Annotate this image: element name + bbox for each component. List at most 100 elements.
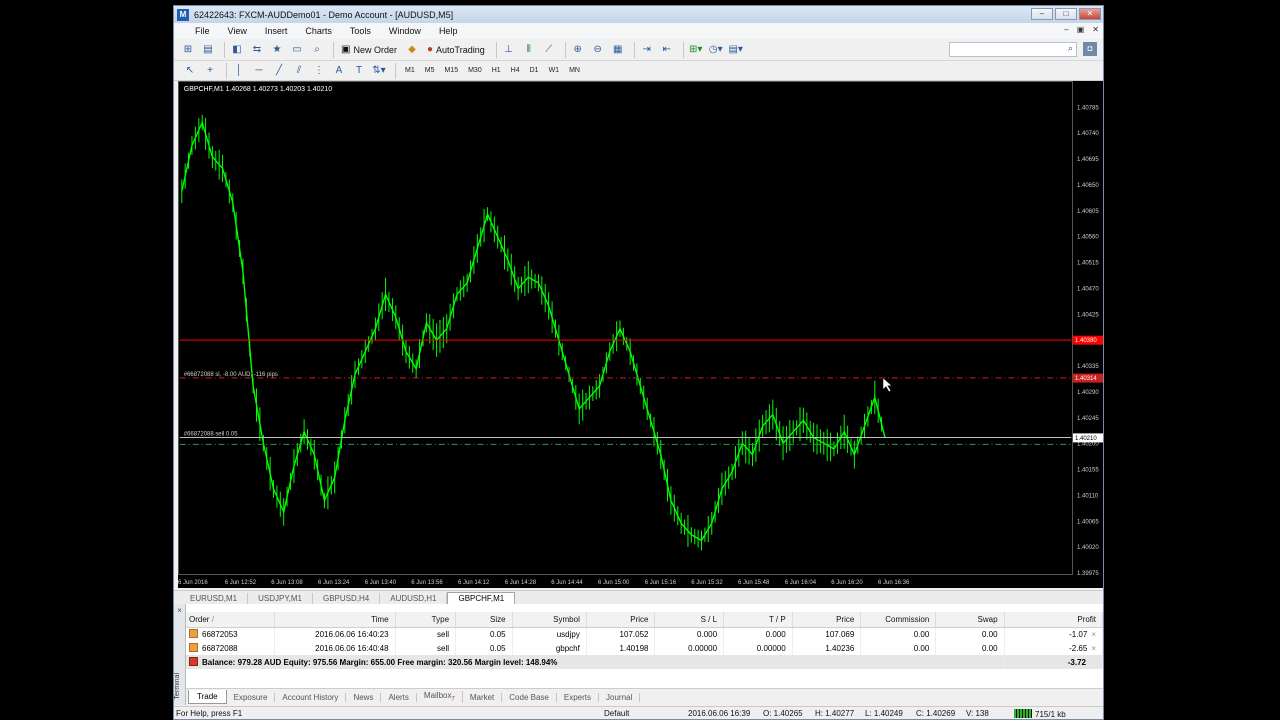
tester-icon[interactable]: ⌕ [309,42,325,58]
menu-tools[interactable]: Tools [341,26,380,36]
candle-bars [181,114,883,551]
title-bar[interactable]: M 62422643: FXCM-AUDDemo01 - Demo Accoun… [174,6,1103,23]
tab-market[interactable]: Market [463,692,503,702]
x-tick-label: 6 Jun 12:52 [225,580,257,586]
chart-tab-gbpusd[interactable]: GBPUSD,H4 [313,593,381,604]
navigator-icon[interactable]: ★ [269,42,285,58]
profiles-icon[interactable]: ▤ [200,42,216,58]
market-watch-icon[interactable]: ◧ [229,42,245,58]
tab-exposure[interactable]: Exposure [227,692,276,702]
col-sl[interactable]: S / L [654,612,725,628]
y-tick-label: 1.40470 [1077,286,1099,292]
periods-icon[interactable]: ◷▾ [708,42,724,58]
table-row[interactable]: 66872053 2016.06.06 16:40:23 sell 0.05 u… [186,627,1103,641]
order-ticket-icon [189,629,198,639]
zoom-out-icon[interactable]: ⊖ [590,42,606,58]
timeframe-h4[interactable]: H4 [506,67,525,74]
new-chart-icon[interactable]: ⊞ [180,42,196,58]
y-tick-label: 1.40650 [1077,183,1099,189]
chart-restore-button[interactable]: ▣ [1077,25,1085,34]
menu-view[interactable]: View [219,26,256,36]
close-order-icon[interactable]: × [1087,644,1096,653]
new-order-button[interactable]: ▣ New Order [338,42,400,58]
timeframe-m15[interactable]: M15 [439,67,463,74]
vertical-line-icon[interactable]: │ [231,63,247,79]
channel-icon[interactable]: ⫽ [291,63,307,79]
maximize-button[interactable]: □ [1055,8,1077,20]
tab-account-history[interactable]: Account History [275,692,347,702]
x-tick-label: 6 Jun 13:08 [271,580,303,586]
col-swap[interactable]: Swap [935,612,1005,628]
bar-chart-icon[interactable]: ⊥ [501,42,517,58]
label-icon[interactable]: T [351,63,367,79]
close-button[interactable]: ✕ [1079,8,1101,20]
chart-minimize-button[interactable]: – [1064,25,1068,34]
terminal-icon[interactable]: ▭ [289,42,305,58]
price-level-tag-text: 1.40380 [1075,338,1097,344]
crosshair-icon[interactable]: + [202,63,218,79]
community-button[interactable]: ◘ [1083,42,1097,56]
indicators-icon[interactable]: ⊞▾ [688,42,704,58]
auto-scroll-icon[interactable]: ⇥ [639,42,655,58]
candlestick-chart-icon[interactable]: ⫴ [521,42,537,58]
zoom-in-icon[interactable]: ⊕ [570,42,586,58]
arrows-icon[interactable]: ⇅▾ [371,63,387,79]
col-commission[interactable]: Commission [860,612,937,628]
timeframe-d1[interactable]: D1 [525,67,544,74]
timeframe-m30[interactable]: M30 [463,67,487,74]
data-window-icon[interactable]: ⇆ [249,42,265,58]
chart-shift-icon[interactable]: ⇤ [659,42,675,58]
chart-tab-usdjpy[interactable]: USDJPY,M1 [248,593,313,604]
col-time[interactable]: Time [274,612,396,628]
search-input[interactable] [949,42,1077,57]
tab-experts[interactable]: Experts [557,692,599,702]
col-profit[interactable]: Profit [1004,612,1103,628]
timeframe-w1[interactable]: W1 [544,67,565,74]
col-current-price[interactable]: Price [792,612,862,628]
metaeditor-icon[interactable]: ◆ [404,42,420,58]
cursor-icon[interactable]: ↖ [182,63,198,79]
search-icon[interactable]: ⌕ [1068,43,1073,54]
timeframe-h1[interactable]: H1 [487,67,506,74]
tab-alerts[interactable]: Alerts [381,692,417,702]
menu-charts[interactable]: Charts [296,26,341,36]
order-type: sell [395,627,457,641]
col-order[interactable]: Order / [186,612,275,628]
order-ticket-icon [189,643,198,652]
col-tp[interactable]: T / P [723,612,793,628]
tab-code-base[interactable]: Code Base [502,692,557,702]
table-row[interactable]: 66872088 2016.06.06 16:40:48 sell 0.05 g… [186,641,1103,655]
menu-file[interactable]: File [174,26,219,36]
horizontal-line-icon[interactable]: ─ [251,63,267,79]
menu-window[interactable]: Window [380,26,430,36]
chart-tab-eurusd[interactable]: EURUSD,M1 [180,593,249,604]
templates-icon[interactable]: ▤▾ [728,42,744,58]
text-icon[interactable]: A [331,63,347,79]
price-chart[interactable]: GBPCHF,M1 1.40268 1.40273 1.40203 1.4021… [178,81,1073,575]
chart-tab-gbpchf[interactable]: GBPCHF,M1 [447,592,516,604]
minimize-button[interactable]: – [1031,8,1053,20]
chart-close-button[interactable]: ✕ [1092,25,1099,34]
col-size[interactable]: Size [455,612,513,628]
fibonacci-icon[interactable]: ⋮ [311,63,327,79]
trendline-icon[interactable]: ╱ [271,63,287,79]
line-chart-icon[interactable]: ⟋ [541,42,557,58]
tile-windows-icon[interactable]: ▦ [610,42,626,58]
tab-journal[interactable]: Journal [599,692,641,702]
tab-mailbox[interactable]: Mailbox7 [417,691,463,703]
menu-help[interactable]: Help [430,26,467,36]
chart-tab-audusd[interactable]: AUDUSD,H1 [380,593,448,604]
autotrading-button[interactable]: ● AutoTrading [424,42,488,58]
menu-insert[interactable]: Insert [256,26,297,36]
close-order-icon[interactable]: × [1087,630,1096,639]
tab-trade[interactable]: Trade [188,690,227,704]
col-symbol[interactable]: Symbol [512,612,587,628]
timeframe-mn[interactable]: MN [564,67,585,74]
timeframe-m1[interactable]: M1 [400,67,420,74]
timeframe-m5[interactable]: M5 [420,67,440,74]
tab-news[interactable]: News [346,692,382,702]
col-price[interactable]: Price [586,612,656,628]
status-profile[interactable]: Default [604,709,629,718]
col-type[interactable]: Type [395,612,457,628]
terminal-close-icon[interactable]: × [174,606,185,615]
